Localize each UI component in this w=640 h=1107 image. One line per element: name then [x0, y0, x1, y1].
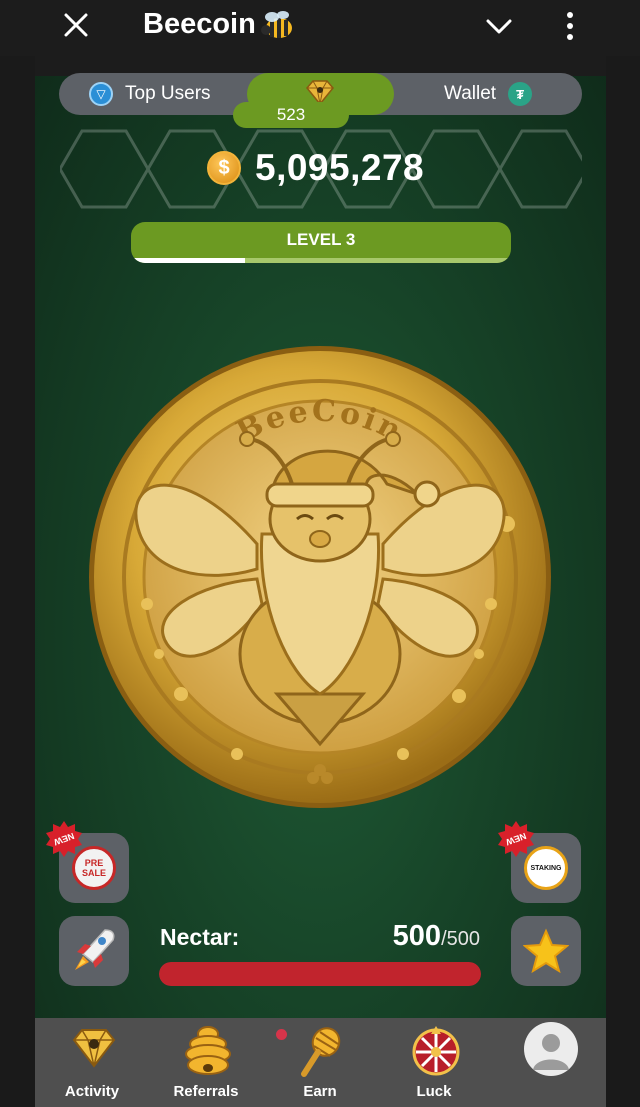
- dollar-coin-icon: $: [207, 151, 241, 185]
- more-vertical-icon: [567, 12, 573, 40]
- expand-button[interactable]: [483, 12, 515, 40]
- profile-avatar[interactable]: [524, 1022, 578, 1076]
- rocket-icon: [75, 929, 115, 970]
- nectar-value: 500/500: [393, 920, 480, 953]
- tab-wallet[interactable]: Wallet ₮: [444, 73, 533, 115]
- bottom-nav: Activity Referrals Earn Luck: [35, 1018, 606, 1107]
- nectar-max: /500: [441, 928, 480, 950]
- boost-button[interactable]: [59, 916, 129, 986]
- presale-label-2: SALE: [81, 868, 106, 878]
- tab-top-users[interactable]: ▽ Top Users: [89, 73, 211, 115]
- nav-referrals[interactable]: Referrals: [151, 1018, 261, 1107]
- balance-value: 5,095,278: [255, 147, 425, 188]
- tab-home-count: 523: [233, 102, 349, 128]
- staking-label: STAKING: [530, 864, 562, 872]
- diamond-icon: [72, 1029, 116, 1068]
- nav-referrals-label: Referrals: [173, 1083, 239, 1100]
- close-button[interactable]: [60, 9, 92, 41]
- nectar-label: Nectar:: [160, 924, 240, 950]
- honey-dipper-icon: [301, 1027, 341, 1077]
- nav-earn[interactable]: Earn: [265, 1018, 375, 1107]
- nectar-bar: [159, 962, 481, 986]
- tab-top-users-label: Top Users: [125, 83, 211, 104]
- nav-luck-label: Luck: [416, 1083, 452, 1100]
- nav-luck[interactable]: Luck: [379, 1018, 489, 1107]
- tether-icon: ₮: [508, 82, 533, 106]
- balance-display: $ 5,095,278: [207, 145, 424, 191]
- close-icon: [64, 13, 88, 37]
- beehive-icon: [185, 1026, 231, 1075]
- chevron-down-icon: [486, 19, 512, 34]
- level-bar[interactable]: LEVEL 3: [131, 222, 511, 263]
- app-title: Beecoin: [143, 8, 256, 40]
- nav-earn-label: Earn: [303, 1083, 337, 1100]
- more-options-button[interactable]: [556, 10, 584, 42]
- star-button[interactable]: [511, 916, 581, 986]
- tap-coin[interactable]: BeeCoin: [87, 344, 553, 810]
- new-badge-staking: NEW: [498, 821, 534, 857]
- nav-activity-label: Activity: [64, 1083, 120, 1100]
- user-avatar-icon: [533, 1034, 569, 1070]
- star-icon: [523, 928, 569, 974]
- presale-label-1: PRE: [84, 858, 104, 868]
- tab-wallet-label: Wallet: [444, 83, 497, 104]
- bee-icon: [261, 11, 292, 38]
- new-badge-presale: NEW: [46, 821, 82, 857]
- ton-icon: ▽: [89, 82, 113, 106]
- nectar-current: 500: [392, 920, 442, 952]
- nectar-bar-fill: [159, 962, 481, 986]
- level-progress-fill: [131, 258, 245, 263]
- top-bar: Beecoin: [0, 0, 640, 56]
- nav-activity[interactable]: Activity: [37, 1018, 147, 1107]
- wheel-icon: [412, 1026, 460, 1076]
- level-label: LEVEL 3: [286, 230, 356, 249]
